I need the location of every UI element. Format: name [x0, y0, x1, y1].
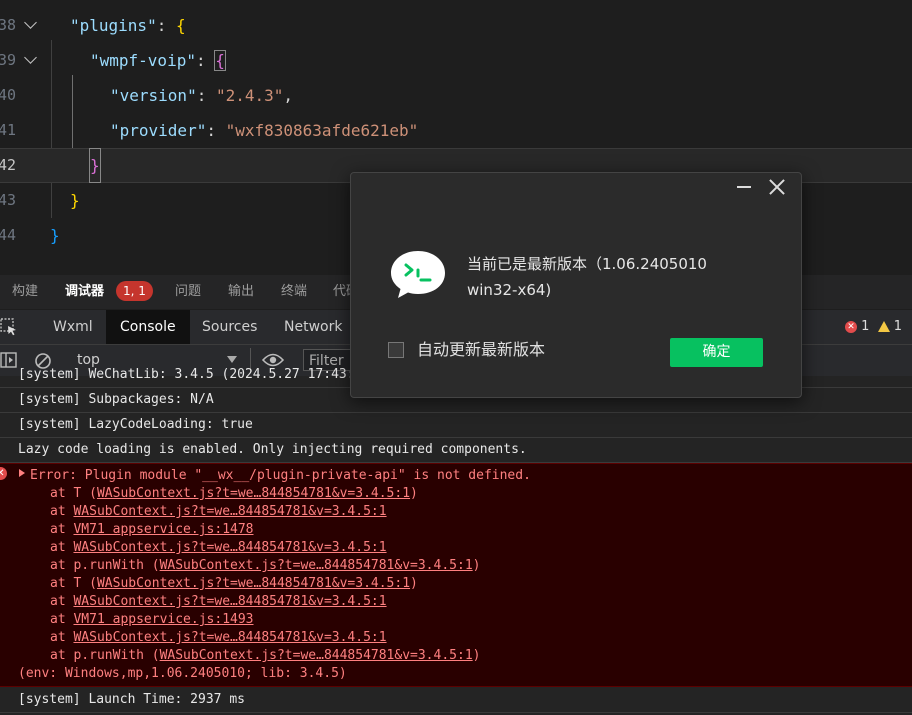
wechat-devtools-bubble-icon — [391, 251, 445, 298]
code-line-39[interactable]: 39 "wmpf-voip": { — [0, 43, 912, 78]
issues-counter[interactable]: ✕ 1 1 — [845, 319, 902, 334]
update-status-message: 当前已是最新版本（1.06.2405010 win32-x64) — [467, 251, 767, 303]
console-message-launch-time: [system] Launch Time: 2937 ms — [0, 688, 912, 713]
tab-sources[interactable]: Sources — [202, 310, 257, 344]
fold-chevron-icon[interactable] — [24, 51, 37, 64]
code-line-38[interactable]: 38 "plugins": { — [0, 8, 912, 43]
stack-frame: at p.runWith (WASubContext.js?t=we…84485… — [50, 648, 481, 663]
code-line-41[interactable]: 41 "provider": "wxf830863afde621eb" — [0, 113, 912, 148]
close-brace: } — [89, 148, 101, 183]
error-env-info: (env: Windows,mp,1.06.2405010; lib: 3.4.… — [18, 666, 347, 681]
line-number: 41 — [0, 121, 16, 139]
json-key: "version" — [110, 86, 197, 105]
json-value: "2.4.3" — [215, 86, 284, 105]
line-number: 40 — [0, 86, 16, 104]
line-number: 39 — [0, 51, 16, 69]
json-value: "wxf830863afde621eb" — [225, 121, 419, 140]
expand-triangle-icon[interactable] — [19, 469, 25, 477]
error-icon: ✕ — [0, 467, 7, 480]
console-message-lazy-enabled: Lazy code loading is enabled. Only injec… — [0, 438, 912, 463]
json-key: "wmpf-voip" — [90, 51, 196, 70]
stack-link[interactable]: WASubContext.js?t=we…844854781&v=3.4.5:1 — [73, 630, 386, 645]
stack-link[interactable]: VM71 appservice.js:1493 — [73, 612, 253, 627]
confirm-button[interactable]: 确定 — [670, 338, 763, 367]
auto-update-checkbox[interactable] — [388, 342, 404, 358]
tab-output[interactable]: 输出 — [228, 275, 254, 309]
stack-frame: at WASubContext.js?t=we…844854781&v=3.4.… — [50, 630, 387, 645]
stack-frame: at WASubContext.js?t=we…844854781&v=3.4.… — [50, 540, 387, 555]
stack-frame: at VM71 appservice.js:1478 — [50, 522, 254, 537]
update-message-line-1: 当前已是最新版本（1.06.2405010 — [467, 255, 707, 273]
error-message: Error: Plugin module "__wx__/plugin-priv… — [30, 468, 531, 483]
stack-frame: at WASubContext.js?t=we…844854781&v=3.4.… — [50, 594, 387, 609]
line-number: 38 — [0, 16, 16, 34]
stack-frame: at WASubContext.js?t=we…844854781&v=3.4.… — [50, 504, 387, 519]
stack-link[interactable]: WASubContext.js?t=we…844854781&v=3.4.5:1 — [73, 504, 386, 519]
line-number: 44 — [0, 226, 16, 244]
stack-link[interactable]: WASubContext.js?t=we…844854781&v=3.4.5:1 — [160, 558, 473, 573]
warning-icon — [877, 321, 890, 332]
tab-debugger[interactable]: 调试器 — [65, 275, 104, 309]
fold-chevron-icon[interactable] — [24, 16, 37, 29]
close-icon[interactable] — [767, 177, 787, 197]
tab-issues[interactable]: 问题 — [175, 275, 201, 309]
error-count: 1 — [861, 319, 870, 334]
stack-frame: at VM71 appservice.js:1493 — [50, 612, 254, 627]
warning-count: 1 — [893, 319, 902, 334]
line-number: 43 — [0, 191, 16, 209]
stack-link[interactable]: WASubContext.js?t=we…844854781&v=3.4.5:1 — [73, 540, 386, 555]
console-output[interactable]: [system] WeChatLib: 3.4.5 (2024.5.27 17:… — [0, 367, 912, 715]
stack-frame: at T (WASubContext.js?t=we…844854781&v=3… — [50, 576, 418, 591]
stack-link[interactable]: WASubContext.js?t=we…844854781&v=3.4.5:1 — [73, 594, 386, 609]
update-message-line-2: win32-x64) — [467, 281, 552, 299]
stack-link[interactable]: VM71 appservice.js:1478 — [73, 522, 253, 537]
auto-update-label[interactable]: 自动更新最新版本 — [417, 339, 545, 361]
tab-terminal[interactable]: 终端 — [281, 275, 307, 309]
error-count-badge: 1, 1 — [116, 281, 153, 301]
tab-build[interactable]: 构建 — [12, 275, 38, 309]
json-key: "provider" — [110, 121, 207, 140]
line-number: 42 — [0, 156, 16, 174]
minimize-icon[interactable] — [737, 186, 751, 188]
console-message-lazy-loading: [system] LazyCodeLoading: true — [0, 413, 912, 438]
stack-frame: at p.runWith (WASubContext.js?t=we…84485… — [50, 558, 481, 573]
update-check-dialog: 当前已是最新版本（1.06.2405010 win32-x64) 自动更新最新版… — [350, 172, 802, 398]
stack-frame: at T (WASubContext.js?t=we…844854781&v=3… — [50, 486, 418, 501]
tab-network[interactable]: Network — [284, 310, 342, 344]
tab-console[interactable]: Console — [106, 310, 190, 344]
close-brace: } — [70, 191, 80, 210]
stack-link[interactable]: WASubContext.js?t=we…844854781&v=3.4.5:1 — [97, 576, 410, 591]
tab-wxml[interactable]: Wxml — [53, 310, 93, 344]
json-key: "plugins" — [70, 16, 157, 35]
console-error-block: ✕ Error: Plugin module "__wx__/plugin-pr… — [0, 463, 912, 687]
code-line-40[interactable]: 40 "version": "2.4.3", — [0, 78, 912, 113]
close-brace: } — [50, 226, 60, 245]
error-icon: ✕ — [845, 320, 857, 333]
stack-link[interactable]: WASubContext.js?t=we…844854781&v=3.4.5:1 — [160, 648, 473, 663]
dropdown-arrow-icon[interactable] — [227, 356, 237, 363]
open-brace: { — [175, 16, 186, 35]
inspect-icon[interactable] — [0, 318, 18, 336]
stack-link[interactable]: WASubContext.js?t=we…844854781&v=3.4.5:1 — [97, 486, 410, 501]
open-brace: { — [214, 50, 226, 71]
